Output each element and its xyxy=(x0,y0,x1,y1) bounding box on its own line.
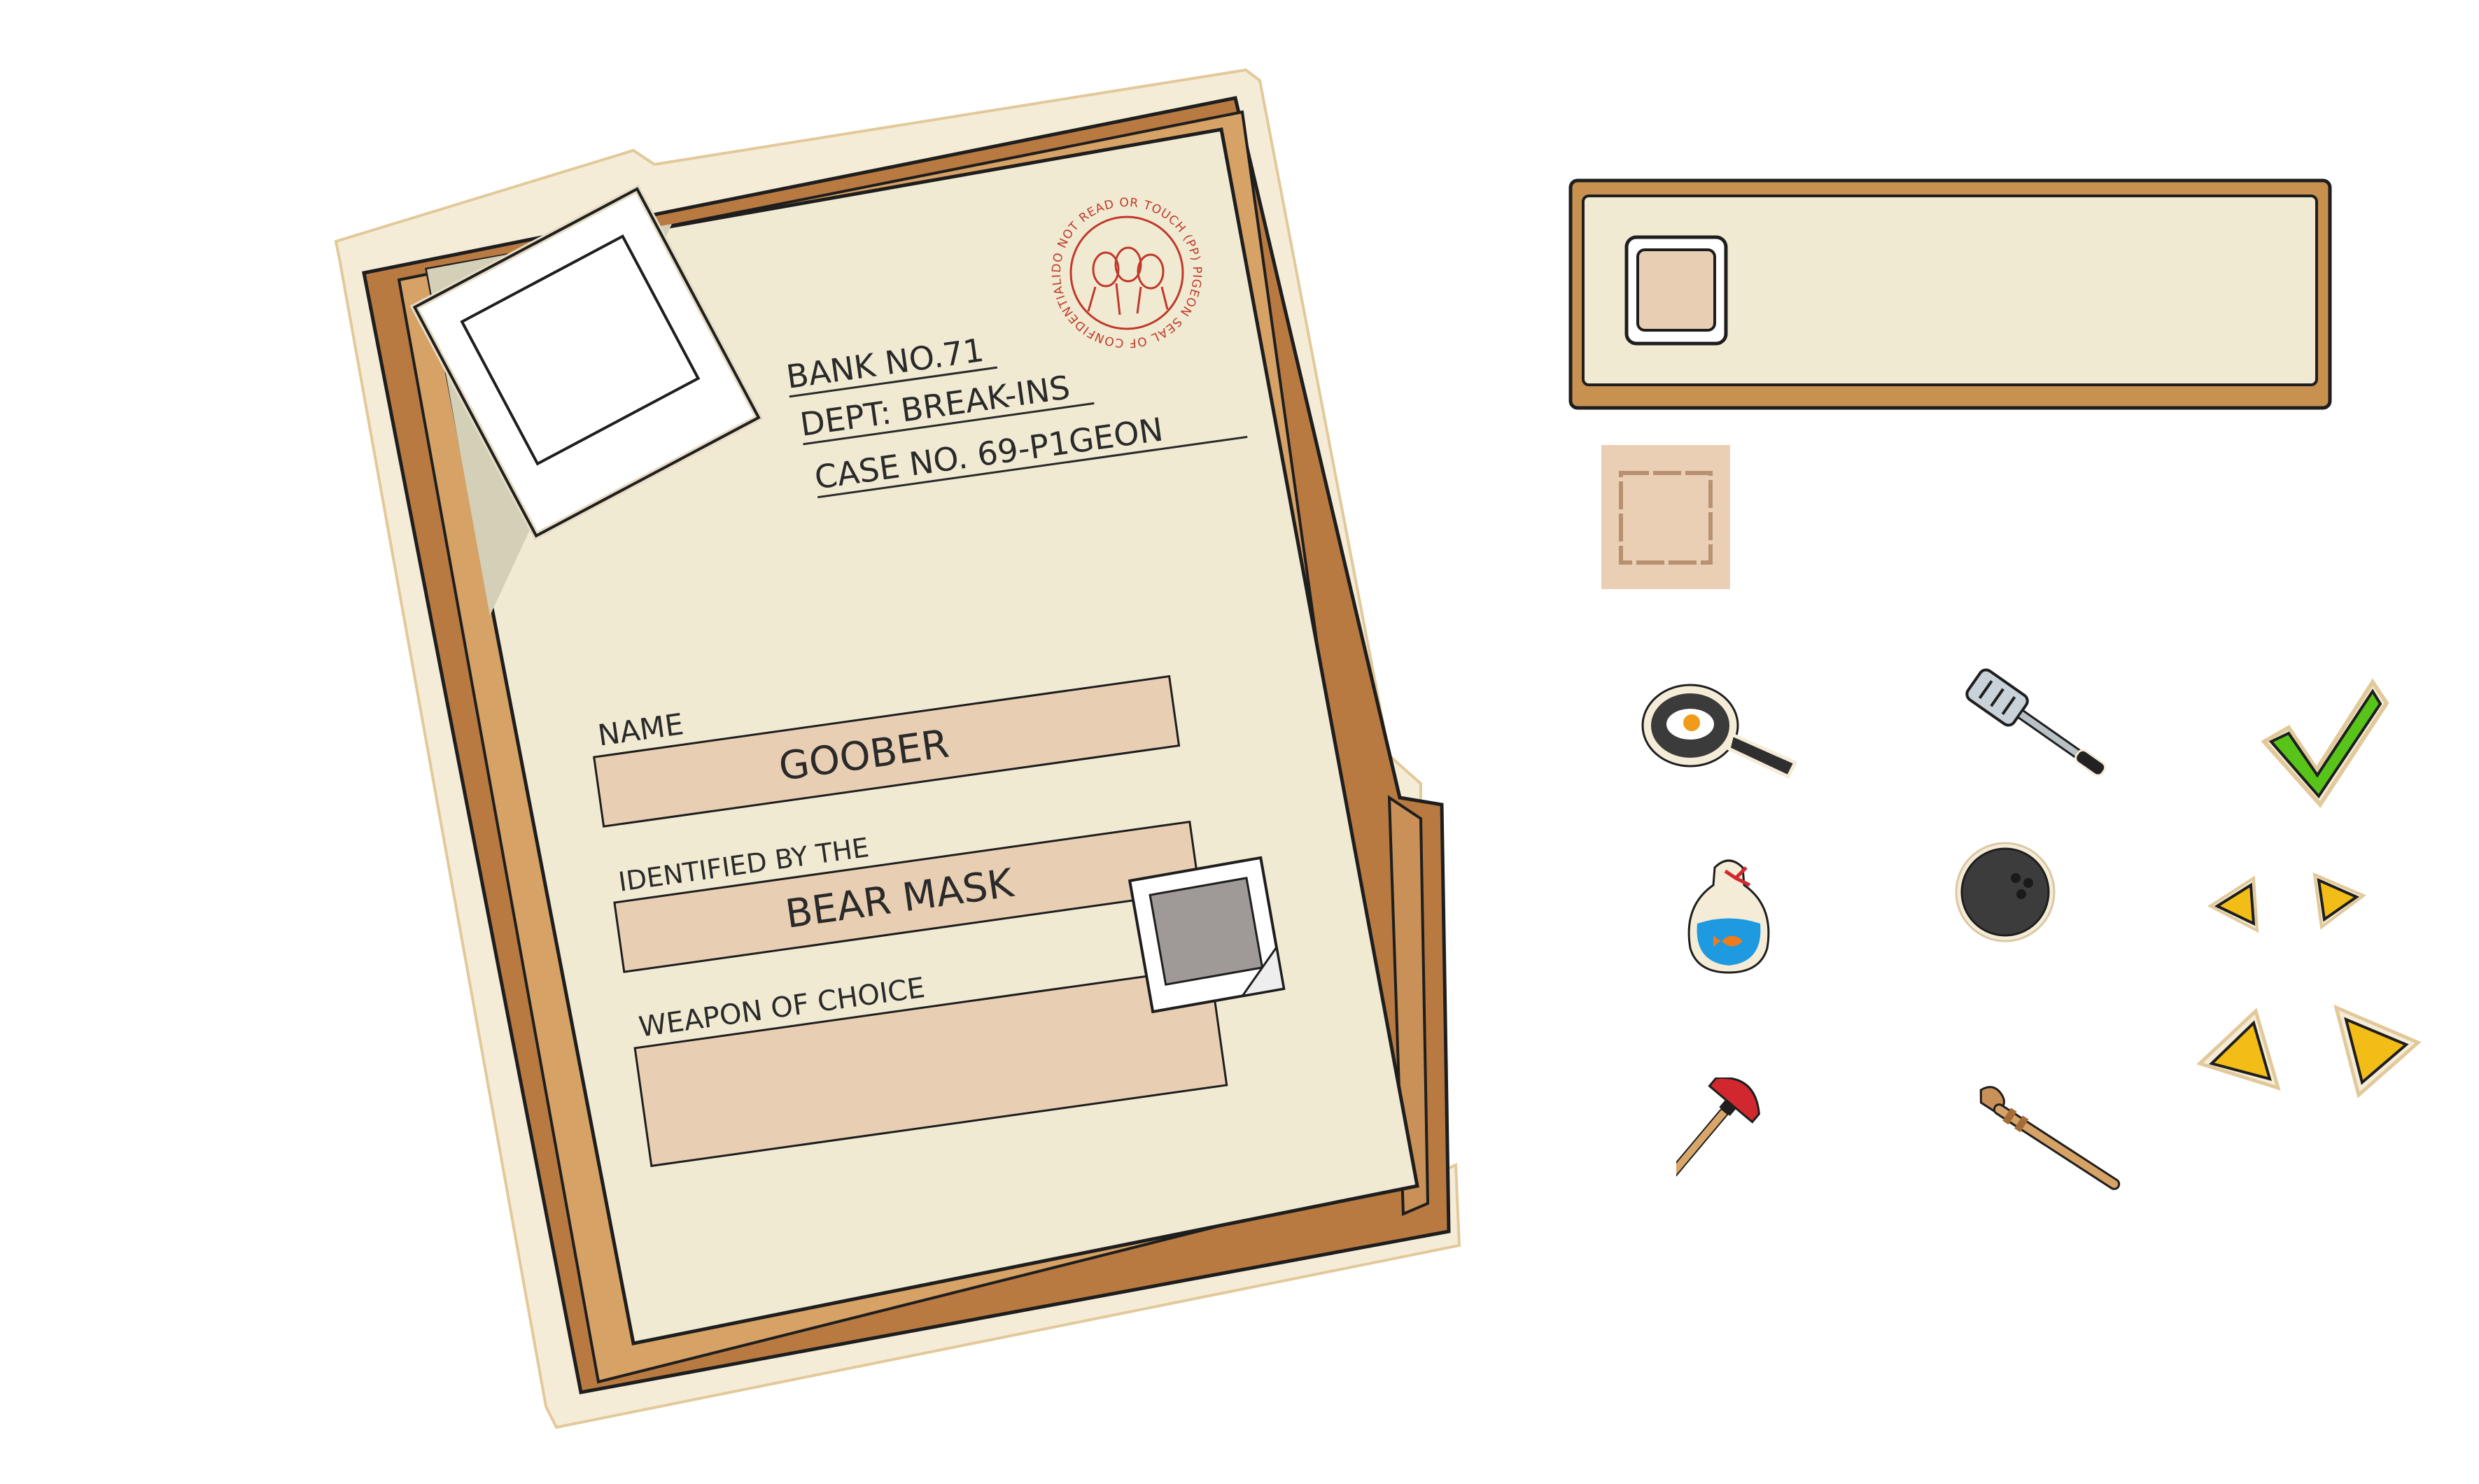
plunger-icon[interactable] xyxy=(1676,1077,1837,1210)
empty-slot-tile[interactable] xyxy=(1601,445,1730,589)
goldfish-bag-icon[interactable] xyxy=(1680,847,1778,976)
arrow-left-large-icon[interactable] xyxy=(2194,1008,2285,1095)
arrow-right-large-icon[interactable] xyxy=(2331,1004,2422,1098)
arrow-left-small-icon[interactable] xyxy=(2205,871,2268,934)
weapon-photo-slot[interactable] xyxy=(1127,854,1295,1022)
bowling-ball-icon[interactable] xyxy=(1953,840,2058,945)
case-header: BANK NO.71 DEPT: BREAK-INS CASE NO. 69-P… xyxy=(770,280,1260,504)
checkmark-icon[interactable] xyxy=(2257,672,2390,812)
wooden-staff-icon[interactable] xyxy=(1953,1084,2135,1210)
spatula-icon[interactable] xyxy=(1953,665,2128,791)
arrow-right-small-icon[interactable] xyxy=(2306,868,2369,931)
selection-slot[interactable] xyxy=(1624,234,1729,346)
frying-pan-icon[interactable] xyxy=(1641,682,1802,787)
suspect-photo-frame[interactable] xyxy=(392,154,784,546)
